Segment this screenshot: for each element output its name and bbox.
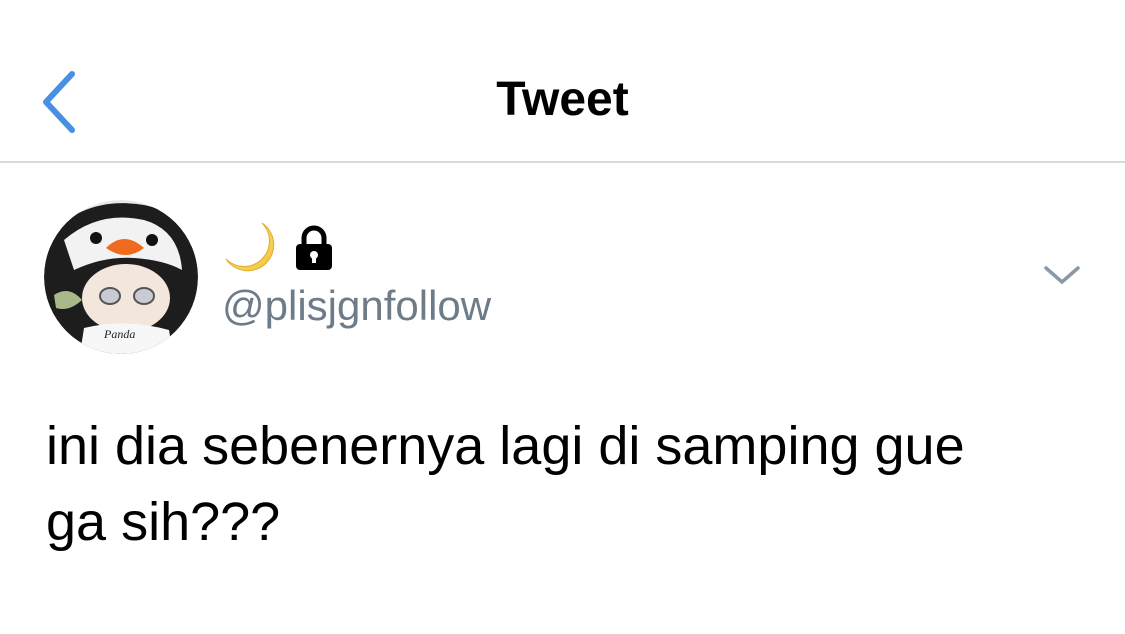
user-handle[interactable]: @plisjgnfollow <box>222 280 491 332</box>
chevron-down-icon <box>1044 266 1080 284</box>
avatar-shirt-label: Panda <box>103 327 135 341</box>
lock-icon <box>296 225 332 270</box>
navigation-header: Tweet <box>0 0 1125 163</box>
tweet-menu-button[interactable] <box>1040 258 1084 294</box>
avatar[interactable]: Panda <box>44 200 198 354</box>
page-title: Tweet <box>496 73 629 126</box>
display-name[interactable] <box>222 218 334 278</box>
tweet-text: ini dia sebenernya lagi di samping gue g… <box>46 416 965 552</box>
crescent-moon-icon <box>225 222 275 272</box>
avatar-image: Panda <box>44 200 198 354</box>
tweet-detail-screen: Tweet Panda @plisjgnfollow ini dia seben… <box>0 0 1125 634</box>
